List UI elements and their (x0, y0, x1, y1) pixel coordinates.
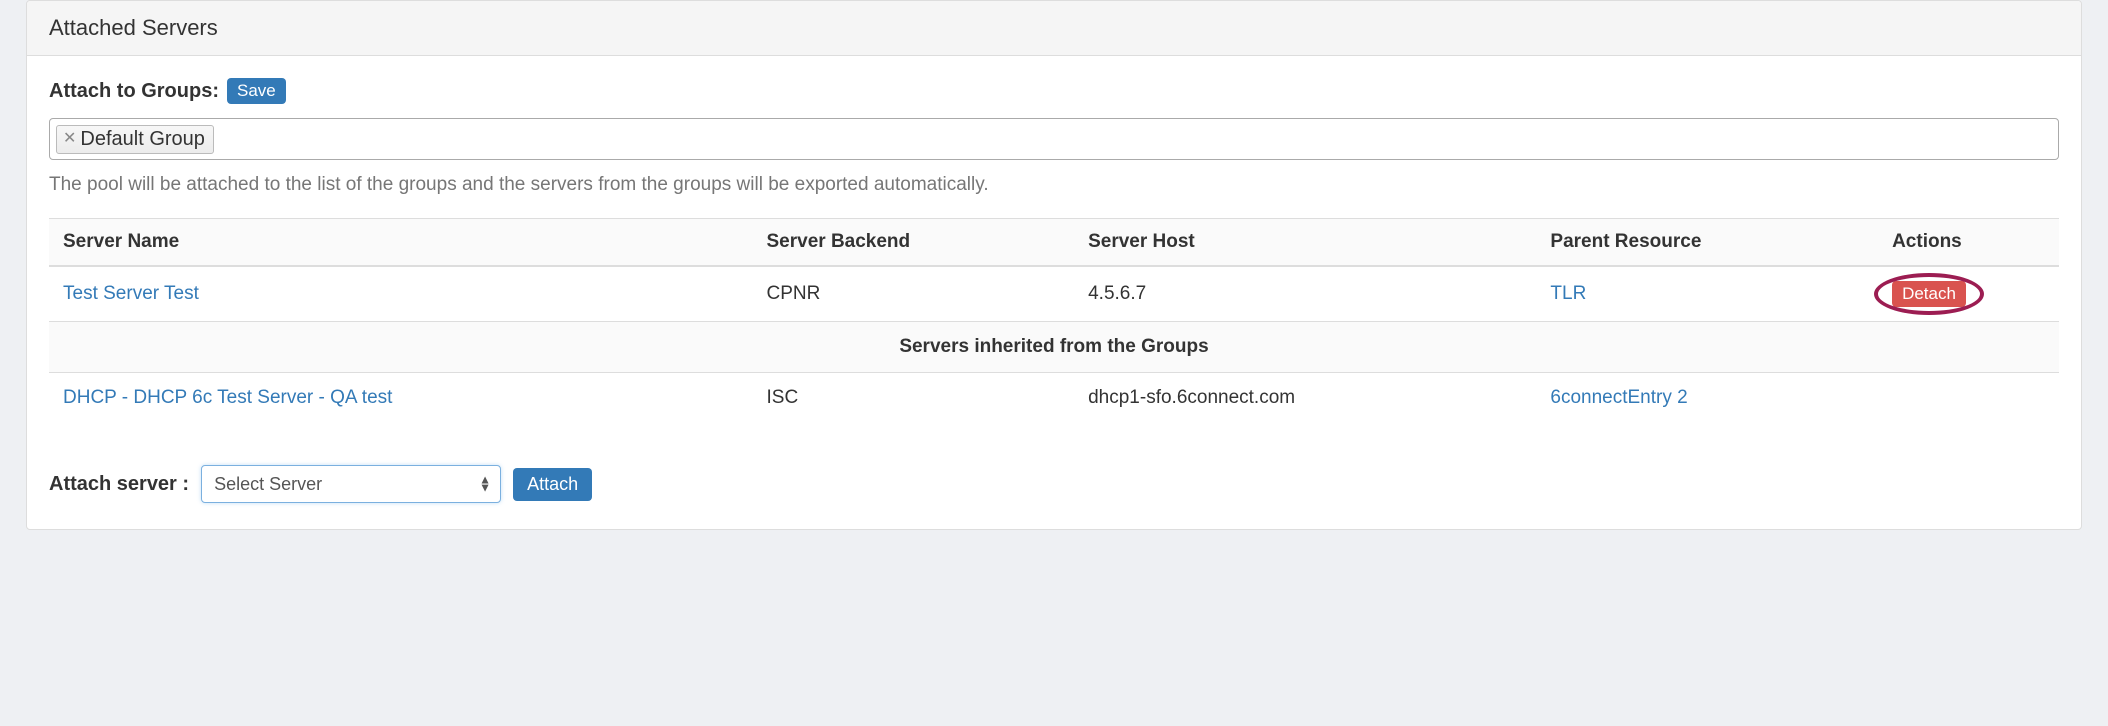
groups-help-text: The pool will be attached to the list of… (49, 174, 2059, 196)
save-button[interactable]: Save (227, 78, 286, 104)
col-header-backend: Server Backend (753, 219, 1075, 267)
server-name-link[interactable]: Test Server Test (63, 283, 199, 304)
col-header-name: Server Name (49, 219, 753, 267)
col-header-parent: Parent Resource (1536, 219, 1878, 267)
attached-servers-panel: Attached Servers Attach to Groups: Save … (26, 0, 2082, 530)
server-host-cell: 4.5.6.7 (1074, 266, 1536, 322)
detach-button[interactable]: Detach (1892, 281, 1966, 307)
inherited-group-header: Servers inherited from the Groups (49, 322, 2059, 373)
parent-resource-link[interactable]: TLR (1550, 283, 1586, 304)
detach-annotation: Detach (1892, 281, 1966, 307)
attach-to-groups-label: Attach to Groups: (49, 80, 219, 103)
group-tag-default-group: ✕ Default Group (56, 125, 214, 154)
attach-server-label: Attach server : (49, 473, 189, 496)
group-tag-label: Default Group (80, 128, 205, 151)
attach-button[interactable]: Attach (513, 468, 592, 501)
col-header-actions: Actions (1878, 219, 2059, 267)
col-header-host: Server Host (1074, 219, 1536, 267)
server-backend-cell: ISC (753, 373, 1075, 424)
inherited-group-header-row: Servers inherited from the Groups (49, 322, 2059, 373)
panel-title: Attached Servers (27, 1, 2081, 56)
table-row: DHCP - DHCP 6c Test Server - QA test ISC… (49, 373, 2059, 424)
parent-resource-link[interactable]: 6connectEntry 2 (1550, 387, 1687, 408)
groups-tag-input[interactable]: ✕ Default Group (49, 118, 2059, 160)
server-backend-cell: CPNR (753, 266, 1075, 322)
table-header-row: Server Name Server Backend Server Host P… (49, 219, 2059, 267)
remove-group-icon[interactable]: ✕ (63, 131, 76, 147)
server-select[interactable]: Select Server (201, 465, 501, 503)
server-host-cell: dhcp1-sfo.6connect.com (1074, 373, 1536, 424)
server-name-link[interactable]: DHCP - DHCP 6c Test Server - QA test (63, 387, 392, 408)
servers-table: Server Name Server Backend Server Host P… (49, 218, 2059, 423)
panel-body: Attach to Groups: Save ✕ Default Group T… (27, 56, 2081, 529)
table-row: Test Server Test CPNR 4.5.6.7 TLR Detach (49, 266, 2059, 322)
